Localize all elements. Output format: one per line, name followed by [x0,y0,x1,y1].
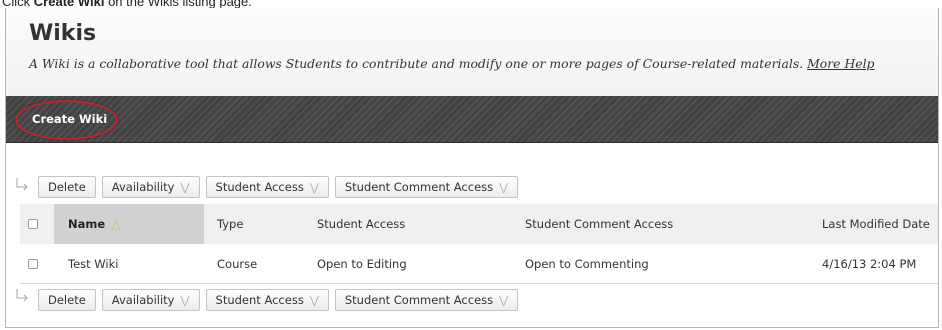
page-header: Wikis A Wiki is a collaborative tool tha… [6,8,938,97]
wiki-name-link[interactable]: Test Wiki [68,244,118,283]
instruction-caption: Click Create Wiki on the Wikis listing p… [2,0,252,8]
availability-menu[interactable]: Availability ⋁ [101,176,200,198]
column-header-last-modified[interactable]: Last Modified Date [822,204,930,244]
chevron-down-icon: ⋁ [180,293,190,307]
table-header-row: Name △ Type Student Access Student Comme… [20,204,938,244]
bulk-actions-top: Delete Availability ⋁ Student Access ⋁ Stu… [38,176,524,198]
chevron-down-icon: ⋁ [499,293,509,307]
chevron-down-icon: ⋁ [309,180,319,194]
select-all-checkbox[interactable] [28,204,38,244]
student-comment-access-label: Student Comment Access [344,293,494,307]
column-header-name[interactable]: Name △ [54,204,204,244]
student-access-menu[interactable]: Student Access ⋁ [205,176,329,198]
availability-menu[interactable]: Availability ⋁ [101,289,200,311]
student-access-menu[interactable]: Student Access ⋁ [205,289,329,311]
page-title: Wikis [29,21,97,46]
bulk-arrow-icon [16,178,28,191]
page-description: A Wiki is a collaborative tool that allo… [29,56,874,71]
availability-label: Availability [111,180,175,194]
student-comment-access-menu[interactable]: Student Comment Access ⋁ [334,176,519,198]
wiki-student-access: Open to Editing [317,256,407,271]
delete-label: Delete [48,180,86,194]
student-access-label: Student Access [215,180,304,194]
student-access-label: Student Access [215,293,304,307]
wiki-last-modified: 4/16/13 2:04 PM [822,256,917,271]
wikis-page: Wikis A Wiki is a collaborative tool tha… [5,8,939,328]
column-header-student-access[interactable]: Student Access [317,204,405,244]
description-text: A Wiki is a collaborative tool that allo… [29,56,804,71]
bulk-arrow-icon [16,289,28,302]
student-comment-access-label: Student Comment Access [344,180,494,194]
caption-bold: Create Wiki [33,0,105,8]
availability-label: Availability [111,293,175,307]
chevron-down-icon: ⋁ [499,180,509,194]
caption-suffix: on the Wikis listing page. [104,0,252,8]
more-help-link[interactable]: More Help [807,56,874,71]
delete-button[interactable]: Delete [38,289,96,311]
chevron-down-icon: ⋁ [180,180,190,194]
action-bar [6,96,938,143]
highlight-circle [15,100,118,140]
bulk-actions-bottom: Delete Availability ⋁ Student Access ⋁ Stu… [38,289,524,311]
column-header-student-comment-access[interactable]: Student Comment Access [525,204,673,244]
delete-label: Delete [48,293,86,307]
sort-ascending-icon: △ [111,217,121,231]
caption-prefix: Click [2,0,34,8]
wikis-table: Name △ Type Student Access Student Comme… [20,204,938,284]
table-row: Test Wiki Course Open to Editing Open to… [20,244,938,284]
chevron-down-icon: ⋁ [309,293,319,307]
delete-button[interactable]: Delete [38,176,96,198]
column-name-label: Name [68,217,106,231]
column-header-type[interactable]: Type [217,204,243,244]
student-comment-access-menu[interactable]: Student Comment Access ⋁ [334,289,519,311]
wiki-type: Course [217,256,258,271]
wiki-student-comment-access: Open to Commenting [525,256,649,271]
row-checkbox[interactable] [28,244,38,283]
